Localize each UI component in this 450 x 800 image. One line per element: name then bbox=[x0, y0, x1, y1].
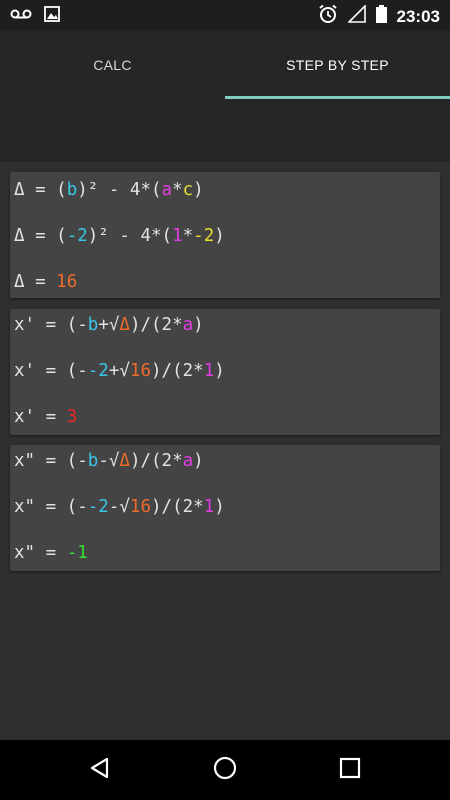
formula-segment: * bbox=[172, 180, 183, 200]
recents-button[interactable] bbox=[320, 740, 380, 800]
formula-segment: a bbox=[182, 451, 194, 471]
tab-selected-indicator bbox=[225, 96, 450, 99]
formula-segment: 1 bbox=[172, 226, 183, 246]
formula-segment: Δ bbox=[119, 315, 130, 335]
back-icon bbox=[89, 757, 111, 784]
formula-segment: )/(2* bbox=[151, 497, 204, 517]
formula-segment: ) bbox=[214, 361, 225, 381]
formula-segment: ) bbox=[193, 451, 204, 471]
tab-calc[interactable]: CALC bbox=[0, 30, 225, 100]
formula-line: Δ = 16 bbox=[14, 272, 77, 292]
voicemail-icon bbox=[10, 6, 32, 27]
formula-segment: x" = (- bbox=[14, 451, 88, 471]
formula-segment: a bbox=[182, 315, 194, 335]
status-bar: 23:03 bbox=[0, 0, 450, 30]
alarm-icon bbox=[318, 4, 338, 29]
formula-segment: )/(2* bbox=[129, 451, 183, 471]
formula-segment: ) bbox=[214, 497, 225, 517]
formula-segment: -2 bbox=[87, 497, 109, 517]
formula-segment: -√ bbox=[98, 451, 120, 471]
status-time: 23:03 bbox=[396, 6, 440, 26]
formula-line: x' = (-b+√Δ)/(2*a) bbox=[14, 315, 204, 335]
formula-segment: x' = (- bbox=[14, 361, 88, 381]
formula-segment: Δ bbox=[119, 451, 130, 471]
image-icon bbox=[44, 6, 60, 27]
formula-segment: +√ bbox=[108, 361, 130, 381]
formula-line: Δ = (-2)² - 4*(1*-2) bbox=[14, 226, 225, 246]
formula-segment: )² - 4*( bbox=[77, 180, 162, 200]
formula-segment: b bbox=[87, 451, 99, 471]
formula-segment: ) bbox=[193, 180, 204, 200]
formula-segment: 1 bbox=[203, 497, 215, 517]
formula-segment: Δ = bbox=[14, 272, 57, 292]
formula-segment: 3 bbox=[66, 407, 78, 427]
formula-segment: 1 bbox=[203, 361, 215, 381]
formula-line: x" = (-b-√Δ)/(2*a) bbox=[14, 451, 204, 471]
formula-segment: 16 bbox=[129, 361, 151, 381]
formula-segment: 16 bbox=[129, 497, 151, 517]
navigation-bar bbox=[0, 740, 450, 800]
formula-segment: x' = bbox=[14, 407, 67, 427]
home-button[interactable] bbox=[195, 740, 255, 800]
formula-line: x" = -1 bbox=[14, 543, 88, 563]
formula-segment: x' = (- bbox=[14, 315, 88, 335]
x2-card: x" = (-b-√Δ)/(2*a) x" = (--2-√16)/(2*1) … bbox=[10, 445, 440, 571]
formula-segment: -√ bbox=[108, 497, 130, 517]
formula-segment: )² - 4*( bbox=[87, 226, 173, 246]
signal-icon bbox=[346, 4, 366, 28]
formula-segment: a bbox=[161, 180, 173, 200]
home-icon bbox=[213, 756, 237, 785]
formula-segment: Δ = ( bbox=[14, 180, 67, 200]
formula-segment: )/(2* bbox=[151, 361, 204, 381]
formula-segment: c bbox=[182, 180, 194, 200]
formula-segment: -2 bbox=[193, 226, 215, 246]
x1-card: x' = (-b+√Δ)/(2*a) x' = (--2+√16)/(2*1) … bbox=[10, 309, 440, 435]
formula-segment: -1 bbox=[66, 543, 88, 563]
formula-segment: * bbox=[182, 226, 194, 246]
formula-segment: -2 bbox=[66, 226, 88, 246]
formula-line: x' = 3 bbox=[14, 407, 77, 427]
formula-segment: )/(2* bbox=[129, 315, 183, 335]
formula-segment: ) bbox=[214, 226, 225, 246]
formula-segment: -2 bbox=[87, 361, 109, 381]
delta-card: Δ = (b)² - 4*(a*c) Δ = (-2)² - 4*(1*-2) … bbox=[10, 172, 440, 298]
formula-line: x' = (--2+√16)/(2*1) bbox=[14, 361, 225, 381]
formula-line: Δ = (b)² - 4*(a*c) bbox=[14, 180, 204, 200]
formula-segment: +√ bbox=[98, 315, 120, 335]
back-button[interactable] bbox=[70, 740, 130, 800]
tab-step-by-step[interactable]: STEP BY STEP bbox=[225, 30, 450, 100]
formula-segment: b bbox=[66, 180, 78, 200]
recents-icon bbox=[339, 757, 361, 784]
formula-segment: x" = (- bbox=[14, 497, 88, 517]
formula-segment: b bbox=[87, 315, 99, 335]
app-bar: CALC STEP BY STEP bbox=[0, 30, 450, 162]
formula-segment: ) bbox=[193, 315, 204, 335]
step-by-step-content[interactable]: Δ = (b)² - 4*(a*c) Δ = (-2)² - 4*(1*-2) … bbox=[0, 162, 450, 740]
formula-segment: x" = bbox=[14, 543, 67, 563]
formula-line: x" = (--2-√16)/(2*1) bbox=[14, 497, 225, 517]
battery-icon bbox=[375, 5, 387, 28]
formula-segment: 16 bbox=[56, 272, 78, 292]
formula-segment: Δ = ( bbox=[14, 226, 67, 246]
